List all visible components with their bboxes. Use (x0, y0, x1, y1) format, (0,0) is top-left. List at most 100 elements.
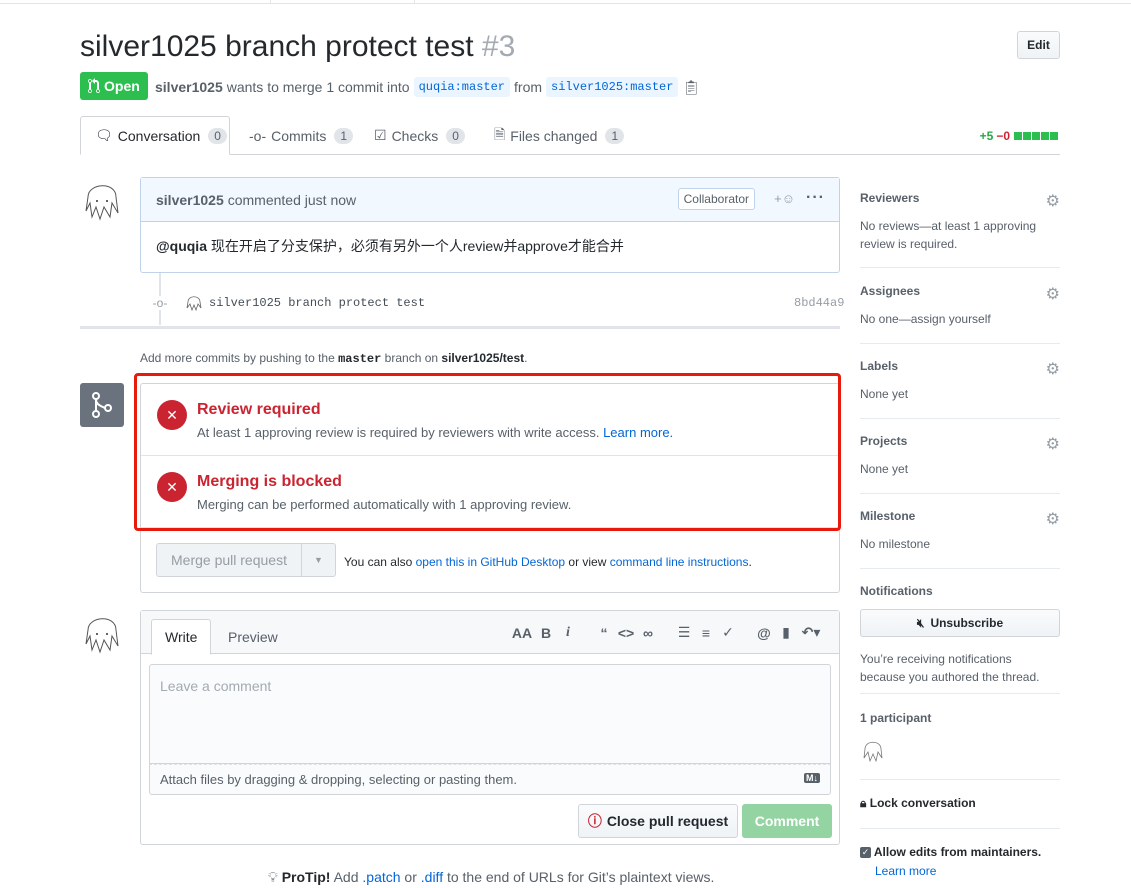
mention-icon[interactable]: @ (753, 625, 775, 641)
comment-author-link[interactable]: silver1025 (156, 192, 224, 208)
annotation-highlight (134, 373, 841, 531)
projects-text: None yet (860, 462, 909, 476)
comment-time[interactable]: commented just now (228, 192, 356, 208)
commit-message[interactable]: silver1025 branch protect test (209, 296, 425, 310)
protip-or: or (404, 869, 417, 885)
tab-counter: 0 (446, 127, 465, 144)
merge-alt-suffix: . (748, 555, 752, 569)
git-merge-icon (80, 383, 124, 427)
gear-icon[interactable]: ⚙ (1046, 191, 1060, 211)
add-more-prefix: Add more commits by pushing to the (140, 351, 335, 365)
gear-icon[interactable]: ⚙ (1046, 284, 1060, 304)
participant-avatar[interactable] (862, 737, 884, 763)
markdown-icon[interactable]: M↓ (804, 773, 820, 783)
attach-text: Attach files by dragging & dropping, sel… (160, 772, 517, 787)
tab-preview[interactable]: Preview (215, 619, 291, 655)
pr-meta: silver1025 wants to merge 1 commit into … (155, 77, 700, 97)
pr-title: silver1025 branch protect test (80, 30, 474, 63)
notifications-heading: Notifications (860, 584, 933, 598)
assignees-heading[interactable]: Assignees (860, 284, 920, 298)
user-mention[interactable]: @quqia (156, 238, 207, 254)
more-options-icon[interactable]: ··· (806, 189, 825, 207)
text-size-icon[interactable]: AA (509, 625, 535, 641)
milestone-heading[interactable]: Milestone (860, 509, 915, 523)
code-icon[interactable]: <> (615, 625, 637, 641)
diff-link[interactable]: .diff (421, 869, 443, 885)
lock-label: Lock conversation (869, 796, 976, 810)
gear-icon[interactable]: ⚙ (1046, 434, 1060, 454)
bold-icon[interactable]: B (535, 625, 557, 641)
avatar[interactable] (82, 610, 122, 654)
commit-avatar[interactable] (186, 293, 202, 311)
close-pull-request-button[interactable]: ⓘ Close pull request (578, 804, 738, 838)
additions-count: +5 (979, 129, 994, 143)
unsubscribe-button[interactable]: 🔇︎ Unsubscribe (860, 609, 1060, 637)
sidebar-reviewers: Reviewers ⚙ No reviews—at least 1 approv… (860, 191, 1060, 268)
ordered-list-icon[interactable]: ≡ (695, 625, 717, 641)
allow-edits-checkbox[interactable]: ✓ (860, 847, 871, 859)
tab-checks[interactable]: ☑ Checks 0 (360, 116, 479, 155)
edit-button[interactable]: Edit (1017, 31, 1060, 59)
add-more-suffix: . (524, 351, 528, 365)
attach-files-bar[interactable]: Attach files by dragging & dropping, sel… (149, 764, 831, 795)
protip-text: Add (333, 869, 359, 885)
tab-counter: 1 (605, 127, 625, 144)
reviewers-heading[interactable]: Reviewers (860, 191, 919, 205)
diffstat[interactable]: +5 −0 (980, 129, 1058, 143)
page-title: silver1025 branch protect test #3 (80, 30, 515, 64)
reviewers-text: No reviews—at least 1 approving review i… (860, 219, 1037, 251)
head-branch[interactable]: silver1025:master (546, 77, 679, 97)
mute-icon: 🔇︎ (916, 615, 925, 630)
light-bulb-icon: 💡︎ (268, 869, 278, 885)
tab-write[interactable]: Write (151, 619, 212, 655)
gear-icon[interactable]: ⚙ (1046, 359, 1060, 379)
avatar[interactable] (82, 177, 122, 221)
lock-conversation-link[interactable]: 🔒︎ Lock conversation (860, 796, 976, 811)
task-list-icon[interactable]: ✓ (717, 624, 739, 641)
tab-label: Conversation (117, 127, 201, 144)
allow-edits-row[interactable]: ✓ Allow edits from maintainers. (860, 845, 1060, 859)
copy-icon[interactable]: 📋︎ (682, 79, 700, 96)
checklist-icon: ☑ (374, 127, 387, 143)
patch-link[interactable]: .patch (362, 869, 400, 885)
gear-icon[interactable]: ⚙ (1046, 509, 1060, 529)
tab-files-changed[interactable]: 🗎︎ Files changed 1 (480, 116, 638, 155)
merge-pull-request-button[interactable]: Merge pull request (156, 543, 302, 577)
sidebar-labels: Labels ⚙ None yet (860, 359, 1060, 419)
italic-icon[interactable]: i (557, 625, 579, 641)
tab-commits[interactable]: -o- Commits 1 (235, 116, 367, 155)
assignees-text[interactable]: No one—assign yourself (860, 310, 1060, 328)
merge-alternatives: You can also open this in GitHub Desktop… (344, 555, 752, 569)
milestone-text: No milestone (860, 537, 931, 551)
merge-alt-mid: or view (568, 555, 607, 569)
from-text: from (514, 79, 543, 95)
new-comment-form: Write Preview AA B i “ <> ∞ ☰ ≡ ✓ @ ▮ ↶▾… (140, 610, 840, 845)
commit-sha[interactable]: 8bd44a9 (794, 296, 844, 310)
comment-textarea[interactable]: Leave a comment (149, 664, 831, 764)
pr-author-link[interactable]: silver1025 (155, 79, 223, 95)
base-branch[interactable]: quqia:master (413, 77, 511, 97)
quote-icon[interactable]: “ (593, 625, 615, 641)
open-desktop-link[interactable]: open this in GitHub Desktop (416, 555, 565, 569)
add-more-mid: branch on (384, 351, 439, 365)
projects-heading[interactable]: Projects (860, 434, 907, 448)
unordered-list-icon[interactable]: ☰ (673, 624, 695, 641)
link-icon[interactable]: ∞ (637, 625, 659, 641)
reply-icon[interactable]: ↶▾ (797, 624, 825, 641)
comment-text: 现在开启了分支保护，必须有另外一个人review并approve才能合并 (206, 238, 624, 254)
file-diff-icon: 🗎︎ (494, 125, 506, 142)
bookmark-icon[interactable]: ▮ (775, 624, 797, 641)
labels-heading[interactable]: Labels (860, 359, 898, 373)
chevron-down-icon[interactable]: ▼ (302, 543, 336, 577)
command-line-link[interactable]: command line instructions (610, 555, 749, 569)
git-commit-icon: -o- (152, 296, 168, 310)
tab-conversation[interactable]: 🗨︎ Conversation 0 (80, 116, 230, 155)
add-reaction-icon[interactable]: +☺ (774, 191, 795, 206)
comment-button[interactable]: Comment (742, 804, 832, 838)
sidebar-projects: Projects ⚙ None yet (860, 434, 1060, 494)
allow-edits-learn-more[interactable]: Learn more (875, 864, 1060, 878)
tab-counter: 0 (208, 127, 227, 144)
add-more-repo: silver1025/test (441, 351, 525, 365)
timeline-end (80, 326, 840, 329)
top-tab-stub (270, 0, 415, 4)
